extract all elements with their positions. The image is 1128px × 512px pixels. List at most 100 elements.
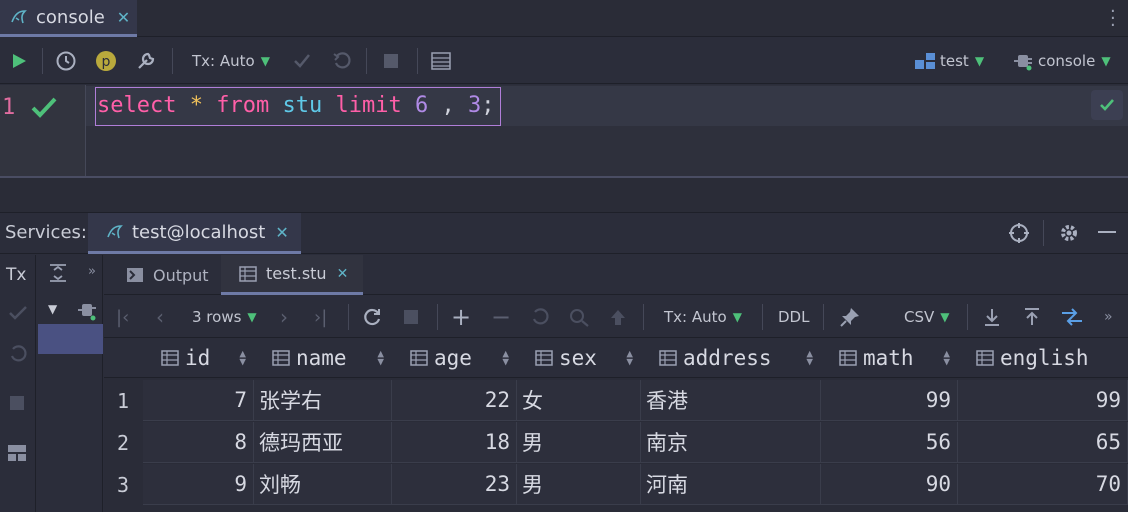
table-cell-age[interactable]: 23 [392,464,517,505]
tab-console[interactable]: console ✕ [0,0,137,37]
sort-icon[interactable]: ▲ ▼ [239,348,246,367]
revert-icon[interactable] [530,296,550,338]
collapse-all-icon[interactable] [48,263,68,283]
table-cell-math[interactable]: 99 [821,380,958,421]
more-options-icon[interactable]: · · · [1110,3,1116,35]
rollback-icon[interactable] [8,344,28,364]
stop-button[interactable] [383,38,399,84]
tab-connection[interactable]: test@localhost ✕ [88,213,301,254]
table-cell-sex[interactable]: 男 [517,464,641,505]
sort-icon[interactable]: ▲ ▼ [502,348,509,367]
schema-selector[interactable]: test ▼ [914,38,984,84]
table-cell-id[interactable]: 8 [143,422,254,463]
tx-mode-dropdown[interactable]: Tx: Auto ▼ [192,38,270,84]
table-cell-english[interactable]: 65 [958,422,1128,463]
table-cell-name[interactable]: 张学右 [254,380,392,421]
export-format-dropdown[interactable]: CSV ▼ [904,296,950,338]
compare-icon[interactable] [1060,296,1084,338]
commit-icon[interactable] [8,304,28,322]
row-number[interactable]: 2 [104,422,142,464]
results-tx-mode-dropdown[interactable]: Tx: Auto ▼ [664,296,742,338]
history-button[interactable] [55,38,77,84]
table-view-button[interactable] [431,38,451,84]
download-icon[interactable] [982,296,1002,338]
first-page-icon[interactable]: |‹ [116,296,129,338]
sort-icon[interactable]: ▲ ▼ [626,348,633,367]
add-row-icon[interactable]: + [451,296,471,338]
table-cell-address[interactable]: 香港 [641,380,821,421]
toolbar-separator [437,304,438,330]
rollback-button[interactable] [332,38,352,84]
pin-icon[interactable] [839,296,861,338]
table-grid-icon [431,52,451,70]
refresh-icon[interactable] [362,296,382,338]
panel-splitter[interactable] [0,176,1128,212]
settings-wrench-button[interactable] [135,38,157,84]
commit-button[interactable] [292,38,312,84]
table-cell-age[interactable]: 18 [392,422,517,463]
table-cell-age[interactable]: 22 [392,380,517,421]
tree-node-selected[interactable] [38,324,103,354]
gear-icon[interactable] [1058,222,1080,244]
stop-icon[interactable] [403,296,419,338]
toolbar-separator [1043,220,1044,246]
table-cell-name[interactable]: 刘畅 [254,464,392,505]
stop-icon[interactable] [10,396,24,410]
column-header-age[interactable]: age ▲ ▼ [392,338,517,378]
row-number[interactable]: 1 [104,380,142,422]
sort-icon[interactable]: ▲ ▼ [377,348,384,367]
column-header-name[interactable]: name ▲ ▼ [254,338,392,378]
close-icon[interactable]: ✕ [275,223,288,242]
view-query-icon[interactable] [568,296,590,338]
tx-label[interactable]: Tx [6,265,26,285]
column-header-id[interactable]: id ▲ ▼ [143,338,254,378]
sql-statement[interactable]: select * from stu limit 6 , 3; [97,93,494,118]
tab-output[interactable]: Output [118,255,218,295]
sort-icon[interactable]: ▲ ▼ [806,348,813,367]
table-cell-id[interactable]: 9 [143,464,254,505]
close-icon[interactable]: ✕ [117,8,130,27]
no-problems-indicator[interactable] [1091,90,1123,120]
table-cell-math[interactable]: 90 [821,464,958,505]
crosshair-icon[interactable] [1008,222,1030,244]
session-selector[interactable]: console ▼ [1012,38,1111,84]
column-header-sex[interactable]: sex ▲ ▼ [517,338,641,378]
tab-test-stu[interactable]: test.stu ✕ [221,255,363,295]
rows-count-dropdown[interactable]: 3 rows ▼ [192,296,257,338]
last-page-icon[interactable]: ›| [314,296,327,338]
session-node-icon[interactable] [76,300,98,322]
prev-page-icon[interactable]: ‹ [156,296,164,338]
table-cell-english[interactable]: 70 [958,464,1128,505]
sort-icon[interactable]: ▲ ▼ [943,348,950,367]
table-cell-english[interactable]: 99 [958,380,1128,421]
checkmark-icon [292,51,312,71]
table-cell-sex[interactable]: 男 [517,422,641,463]
table-cell-name[interactable]: 德玛西亚 [254,422,392,463]
row-number[interactable]: 3 [104,464,142,506]
editor-tab-bar [0,0,1128,37]
ddl-button[interactable]: DDL [778,296,809,338]
chevron-down-icon: ▼ [260,54,270,68]
table-cell-address[interactable]: 南京 [641,422,821,463]
next-page-icon[interactable]: › [280,296,288,338]
sql-count: 3 [467,93,482,118]
column-header-address[interactable]: address ▲ ▼ [641,338,821,378]
layout-icon[interactable] [7,444,27,462]
close-icon[interactable]: ✕ [337,266,349,282]
expand-more-icon[interactable]: » [88,264,96,279]
column-header-english[interactable]: english▲▼ [958,338,1128,378]
column-header-math[interactable]: math ▲ ▼ [821,338,958,378]
upload-icon[interactable] [1022,296,1042,338]
minimize-icon[interactable] [1098,231,1116,233]
execute-button[interactable] [10,38,28,84]
plan-button[interactable]: p [95,38,117,84]
table-cell-sex[interactable]: 女 [517,380,641,421]
p-badge-icon: p [95,50,117,72]
table-cell-math[interactable]: 56 [821,422,958,463]
chevron-down-icon[interactable]: ▼ [48,302,57,316]
more-actions-icon[interactable]: » [1104,296,1113,338]
delete-row-icon[interactable]: − [491,296,511,338]
table-cell-id[interactable]: 7 [143,380,254,421]
submit-icon[interactable] [608,296,628,338]
table-cell-address[interactable]: 河南 [641,464,821,505]
